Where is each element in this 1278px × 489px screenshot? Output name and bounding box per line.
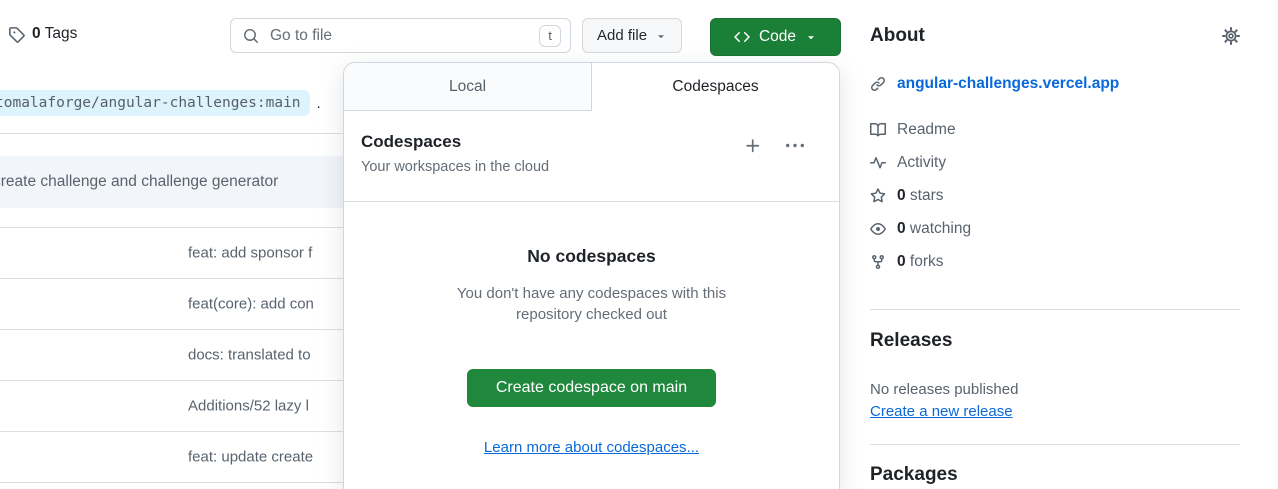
about-heading: About (870, 25, 925, 47)
commit-message-link[interactable]: feat: add sponsor f (188, 245, 312, 262)
search-icon (243, 28, 259, 44)
sidebar-item-forks[interactable]: 0 forks (870, 253, 971, 271)
section-divider (0, 133, 343, 134)
commit-message-link[interactable]: feat: update create (188, 449, 313, 466)
create-release-link[interactable]: Create a new release (870, 403, 1013, 420)
empty-state-title: No codespaces (344, 245, 839, 267)
file-table: feat: add sponsor f feat(core): add con … (0, 227, 343, 483)
sidebar-divider (870, 309, 1240, 310)
table-row[interactable]: Additions/52 lazy l (0, 380, 343, 431)
sentence-period: . (317, 95, 321, 112)
commit-message-link[interactable]: docs: translated to (188, 347, 311, 364)
book-icon (870, 122, 886, 138)
clone-ref-snippet: tomalaforge/angular-challenges:main . (0, 90, 321, 116)
create-codespace-button[interactable]: Create codespace on main (467, 369, 716, 407)
code-button-label: Code (759, 28, 796, 46)
link-icon (870, 76, 886, 92)
sidebar-item-watching[interactable]: 0 watching (870, 220, 971, 238)
pulse-icon (870, 155, 886, 171)
code-button[interactable]: Code (710, 18, 841, 56)
tags-link[interactable]: 0 Tags (8, 25, 77, 43)
latest-commit-bar: create challenge and challenge generator (0, 156, 343, 208)
shortcut-key-badge: t (539, 25, 561, 47)
releases-empty-text: No releases published (870, 381, 1018, 398)
about-meta-list: Readme Activity 0 stars 0 watching 0 for… (870, 121, 971, 271)
repo-branch-code: tomalaforge/angular-challenges:main (0, 90, 310, 116)
code-icon (734, 29, 750, 45)
repo-website-link[interactable]: angular-challenges.vercel.app (897, 75, 1119, 93)
empty-state-description: You don't have any codespaces with this … (437, 283, 747, 325)
tags-count-label: 0 Tags (32, 25, 77, 43)
codespaces-empty-state: No codespaces You don't have any codespa… (344, 245, 839, 457)
table-row[interactable]: feat(core): add con (0, 278, 343, 329)
new-codespace-button[interactable] (744, 137, 762, 155)
commit-message-link[interactable]: feat(core): add con (188, 296, 314, 313)
eye-icon (870, 221, 886, 237)
repo-website-row: angular-challenges.vercel.app (870, 75, 1119, 93)
commit-message-link[interactable]: Additions/52 lazy l (188, 398, 309, 415)
gear-icon (1222, 27, 1240, 45)
fork-icon (870, 254, 886, 270)
chevron-down-icon (655, 30, 667, 42)
chevron-down-icon (805, 31, 817, 43)
codespaces-options-button[interactable] (786, 137, 804, 155)
code-dropdown-panel: Local Codespaces Codespaces Your workspa… (343, 62, 840, 489)
table-row[interactable]: docs: translated to (0, 329, 343, 380)
add-file-button[interactable]: Add file (582, 18, 682, 53)
table-row[interactable]: feat: add sponsor f (0, 227, 343, 278)
star-icon (870, 188, 886, 204)
tag-icon (8, 26, 25, 43)
github-repo-page: 0 Tags t Add file Code tomalaforge/angul… (0, 0, 1278, 489)
codespaces-header: Codespaces Your workspaces in the cloud (344, 111, 839, 202)
sidebar-item-activity[interactable]: Activity (870, 154, 971, 172)
plus-icon (744, 137, 762, 155)
kebab-icon (786, 137, 804, 155)
sidebar-divider (870, 444, 1240, 445)
repo-sidebar: About angular-challenges.vercel.app Read… (870, 0, 1240, 489)
add-file-label: Add file (597, 27, 647, 44)
table-row[interactable]: feat: update create (0, 431, 343, 482)
dropdown-tabs: Local Codespaces (344, 63, 839, 111)
go-to-file-search[interactable]: t (230, 18, 571, 53)
packages-heading: Packages (870, 464, 958, 486)
releases-heading: Releases (870, 330, 952, 352)
latest-commit-message[interactable]: create challenge and challenge generator (0, 173, 278, 191)
learn-more-link[interactable]: Learn more about codespaces... (484, 439, 699, 456)
edit-repo-settings-button[interactable] (1222, 27, 1240, 45)
sidebar-item-stars[interactable]: 0 stars (870, 187, 971, 205)
search-input[interactable] (268, 26, 530, 46)
sidebar-item-readme[interactable]: Readme (870, 121, 971, 139)
codespaces-subtitle: Your workspaces in the cloud (361, 158, 823, 176)
tab-local[interactable]: Local (344, 63, 592, 111)
tab-codespaces[interactable]: Codespaces (592, 63, 839, 111)
